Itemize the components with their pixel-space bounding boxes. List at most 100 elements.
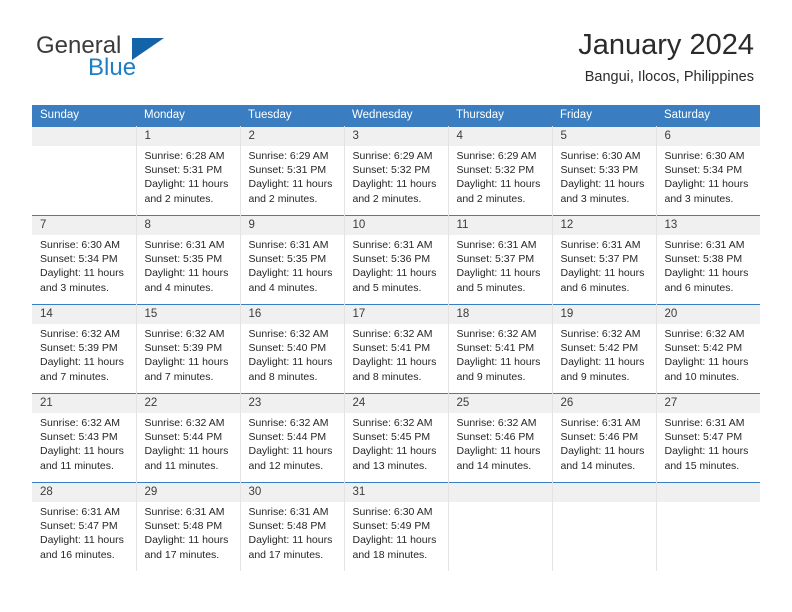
brand-logo[interactable]: General Blue: [36, 33, 266, 89]
daylight-text: Daylight: 11 hours and 8 minutes.: [248, 356, 333, 383]
day-number: 8: [136, 216, 240, 235]
sunrise-text: Sunrise: 6:32 AM: [352, 328, 433, 340]
sunset-text: Sunset: 5:48 PM: [144, 520, 223, 533]
sunset-text: Sunset: 5:32 PM: [456, 164, 535, 177]
calendar-empty-cell: [448, 482, 553, 571]
daylight-text: Daylight: 11 hours and 18 minutes.: [352, 534, 437, 561]
daylight-text: Daylight: 11 hours and 13 minutes.: [352, 445, 437, 472]
sunset-text: Sunset: 5:46 PM: [456, 431, 535, 444]
calendar-day-cell[interactable]: 22 Sunrise: 6:32 AM Sunset: 5:44 PM Dayligh…: [136, 393, 241, 483]
calendar-page: General Blue January 2024 Bangui, Ilocos…: [0, 0, 792, 612]
sunrise-text: Sunrise: 6:31 AM: [664, 417, 745, 429]
day-sun-info: Sunrise: 6:31 AM Sunset: 5:36 PM Daylight:…: [345, 235, 448, 295]
calendar-day-cell[interactable]: 28 Sunrise: 6:31 AM Sunset: 5:47 PM Dayligh…: [32, 482, 137, 571]
calendar-week-row: 21 Sunrise: 6:32 AM Sunset: 5:43 PM Dayligh…: [32, 393, 760, 483]
daylight-text: Daylight: 11 hours and 10 minutes.: [664, 356, 749, 383]
calendar-day-cell[interactable]: 21 Sunrise: 6:32 AM Sunset: 5:43 PM Dayligh…: [32, 393, 137, 483]
calendar-empty-cell: [32, 126, 137, 216]
calendar-day-cell[interactable]: 23 Sunrise: 6:32 AM Sunset: 5:44 PM Dayligh…: [240, 393, 345, 483]
sunrise-text: Sunrise: 6:30 AM: [352, 506, 433, 518]
day-sun-info: Sunrise: 6:28 AM Sunset: 5:31 PM Daylight:…: [137, 146, 240, 206]
day-sun-info: Sunrise: 6:31 AM Sunset: 5:46 PM Daylight:…: [553, 413, 656, 473]
calendar-day-cell[interactable]: 20 Sunrise: 6:32 AM Sunset: 5:42 PM Dayligh…: [656, 304, 760, 394]
daylight-text: Daylight: 11 hours and 5 minutes.: [456, 267, 541, 294]
calendar-day-cell[interactable]: 7 Sunrise: 6:30 AM Sunset: 5:34 PM Daylight…: [32, 215, 137, 305]
sunset-text: Sunset: 5:46 PM: [560, 431, 639, 444]
sunset-text: Sunset: 5:33 PM: [560, 164, 639, 177]
day-sun-info: Sunrise: 6:32 AM Sunset: 5:39 PM Daylight:…: [137, 324, 240, 384]
day-number: 28: [32, 483, 136, 502]
day-sun-info: Sunrise: 6:31 AM Sunset: 5:38 PM Daylight:…: [657, 235, 761, 295]
title-block: January 2024 Bangui, Ilocos, Philippines: [578, 28, 754, 86]
calendar-day-cell[interactable]: 26 Sunrise: 6:31 AM Sunset: 5:46 PM Dayligh…: [552, 393, 657, 483]
calendar-day-cell[interactable]: 12 Sunrise: 6:31 AM Sunset: 5:37 PM Dayligh…: [552, 215, 657, 305]
daylight-text: Daylight: 11 hours and 11 minutes.: [40, 445, 124, 472]
calendar-day-cell[interactable]: 17 Sunrise: 6:32 AM Sunset: 5:41 PM Dayligh…: [344, 304, 449, 394]
calendar-day-cell[interactable]: 16 Sunrise: 6:32 AM Sunset: 5:40 PM Dayligh…: [240, 304, 345, 394]
day-number: [656, 483, 760, 502]
calendar-day-cell[interactable]: 3 Sunrise: 6:29 AM Sunset: 5:32 PM Daylight…: [344, 126, 449, 216]
day-sun-info: Sunrise: 6:32 AM Sunset: 5:44 PM Daylight:…: [241, 413, 344, 473]
day-number: 5: [552, 127, 656, 146]
page-header: General Blue January 2024 Bangui, Ilocos…: [0, 0, 792, 104]
sunrise-text: Sunrise: 6:32 AM: [456, 328, 537, 340]
day-sun-info: Sunrise: 6:31 AM Sunset: 5:37 PM Daylight:…: [449, 235, 552, 295]
calendar-day-cell[interactable]: 10 Sunrise: 6:31 AM Sunset: 5:36 PM Dayligh…: [344, 215, 449, 305]
daylight-text: Daylight: 11 hours and 12 minutes.: [248, 445, 333, 472]
day-number: 15: [136, 305, 240, 324]
calendar-day-cell[interactable]: 1 Sunrise: 6:28 AM Sunset: 5:31 PM Daylight…: [136, 126, 241, 216]
daylight-text: Daylight: 11 hours and 6 minutes.: [560, 267, 645, 294]
day-sun-info: Sunrise: 6:30 AM Sunset: 5:34 PM Daylight:…: [657, 146, 761, 206]
sunrise-text: Sunrise: 6:32 AM: [40, 328, 120, 340]
calendar-day-cell[interactable]: 6 Sunrise: 6:30 AM Sunset: 5:34 PM Daylight…: [656, 126, 761, 216]
calendar-day-cell[interactable]: 13 Sunrise: 6:31 AM Sunset: 5:38 PM Dayligh…: [656, 215, 761, 305]
calendar-day-cell[interactable]: 29 Sunrise: 6:31 AM Sunset: 5:48 PM Dayligh…: [136, 482, 241, 571]
daylight-text: Daylight: 11 hours and 3 minutes.: [560, 178, 645, 205]
daylight-text: Daylight: 11 hours and 7 minutes.: [40, 356, 124, 383]
sunrise-text: Sunrise: 6:32 AM: [456, 417, 537, 429]
day-sun-info: Sunrise: 6:31 AM Sunset: 5:37 PM Daylight:…: [553, 235, 656, 295]
sunrise-text: Sunrise: 6:30 AM: [40, 239, 120, 251]
brand-name-blue: Blue: [88, 54, 137, 81]
day-sun-info: Sunrise: 6:30 AM Sunset: 5:33 PM Daylight:…: [553, 146, 656, 206]
sunrise-text: Sunrise: 6:31 AM: [248, 506, 329, 518]
sunset-text: Sunset: 5:47 PM: [664, 431, 743, 444]
calendar-day-cell[interactable]: 24 Sunrise: 6:32 AM Sunset: 5:45 PM Dayligh…: [344, 393, 449, 483]
calendar-day-cell[interactable]: 5 Sunrise: 6:30 AM Sunset: 5:33 PM Daylight…: [552, 126, 657, 216]
daylight-text: Daylight: 11 hours and 11 minutes.: [144, 445, 229, 472]
calendar-day-cell[interactable]: 27 Sunrise: 6:31 AM Sunset: 5:47 PM Dayligh…: [656, 393, 760, 483]
calendar-day-cell[interactable]: 11 Sunrise: 6:31 AM Sunset: 5:37 PM Dayligh…: [448, 215, 553, 305]
sunset-text: Sunset: 5:34 PM: [40, 253, 118, 266]
sunrise-text: Sunrise: 6:32 AM: [664, 328, 745, 340]
day-number: 3: [344, 127, 448, 146]
sunrise-text: Sunrise: 6:32 AM: [248, 417, 329, 429]
calendar-day-cell[interactable]: 14 Sunrise: 6:32 AM Sunset: 5:39 PM Dayligh…: [32, 304, 137, 394]
day-number: 12: [552, 216, 656, 235]
sunrise-text: Sunrise: 6:31 AM: [144, 239, 225, 251]
sunset-text: Sunset: 5:39 PM: [40, 342, 118, 355]
calendar-day-cell[interactable]: 9 Sunrise: 6:31 AM Sunset: 5:35 PM Daylight…: [240, 215, 345, 305]
calendar-day-cell[interactable]: 4 Sunrise: 6:29 AM Sunset: 5:32 PM Daylight…: [448, 126, 553, 216]
calendar-day-cell[interactable]: 18 Sunrise: 6:32 AM Sunset: 5:41 PM Dayligh…: [448, 304, 553, 394]
day-number: 6: [656, 127, 760, 146]
day-number: 7: [32, 216, 136, 235]
calendar-day-cell[interactable]: 25 Sunrise: 6:32 AM Sunset: 5:46 PM Dayligh…: [448, 393, 553, 483]
calendar-day-cell[interactable]: 30 Sunrise: 6:31 AM Sunset: 5:48 PM Dayligh…: [240, 482, 345, 571]
calendar-day-cell[interactable]: 19 Sunrise: 6:32 AM Sunset: 5:42 PM Dayligh…: [552, 304, 657, 394]
sunrise-text: Sunrise: 6:31 AM: [248, 239, 329, 251]
weekday-header-tuesday: Tuesday: [240, 105, 344, 127]
calendar-day-cell[interactable]: 2 Sunrise: 6:29 AM Sunset: 5:31 PM Daylight…: [240, 126, 345, 216]
sunset-text: Sunset: 5:35 PM: [144, 253, 223, 266]
weekday-header-saturday: Saturday: [656, 105, 760, 127]
sunrise-text: Sunrise: 6:31 AM: [456, 239, 537, 251]
calendar-day-cell[interactable]: 15 Sunrise: 6:32 AM Sunset: 5:39 PM Dayligh…: [136, 304, 241, 394]
sunset-text: Sunset: 5:48 PM: [248, 520, 327, 533]
calendar-day-cell[interactable]: 31 Sunrise: 6:30 AM Sunset: 5:49 PM Dayligh…: [344, 482, 449, 571]
day-number: [552, 483, 656, 502]
sunset-text: Sunset: 5:39 PM: [144, 342, 223, 355]
day-sun-info: Sunrise: 6:32 AM Sunset: 5:40 PM Daylight:…: [241, 324, 344, 384]
day-number: 27: [656, 394, 760, 413]
day-number: 2: [240, 127, 344, 146]
day-sun-info: Sunrise: 6:29 AM Sunset: 5:31 PM Daylight:…: [241, 146, 344, 206]
calendar-day-cell[interactable]: 8 Sunrise: 6:31 AM Sunset: 5:35 PM Daylight…: [136, 215, 241, 305]
